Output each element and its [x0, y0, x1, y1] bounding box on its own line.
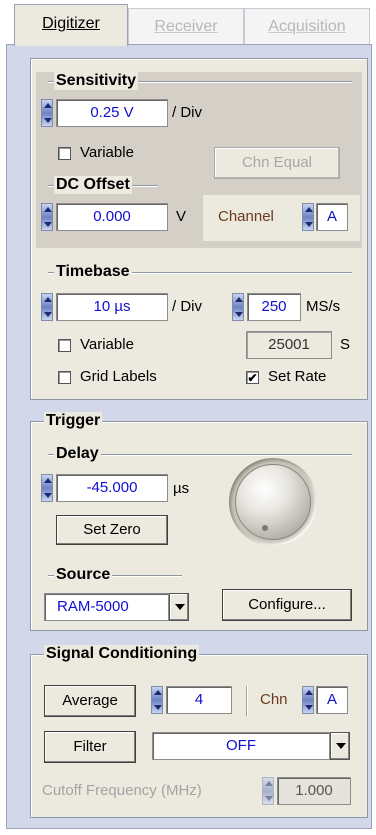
- chn-label: Chn: [260, 691, 288, 708]
- set-rate-checkbox[interactable]: ✔: [246, 371, 259, 384]
- delay-spin-arrows[interactable]: [41, 474, 53, 502]
- signal-conditioning-title: Signal Conditioning: [44, 645, 200, 663]
- sample-rate-unit-label: MS/s: [306, 298, 341, 315]
- delay-title: Delay: [54, 445, 101, 463]
- filter-dropdown-arrow-icon[interactable]: [330, 732, 350, 760]
- sensitivity-variable-checkbox[interactable]: [58, 147, 71, 160]
- dc-offset-value-field[interactable]: 0.000: [56, 203, 168, 231]
- delay-knob[interactable]: [235, 464, 311, 540]
- sample-rate-spin-arrows[interactable]: [232, 293, 244, 321]
- dc-offset-unit-label: V: [176, 208, 187, 225]
- timebase-variable-checkbox[interactable]: [58, 339, 71, 352]
- filter-select[interactable]: OFF: [152, 732, 330, 760]
- trigger-title: Trigger: [44, 412, 103, 430]
- configure-button[interactable]: Configure...: [222, 589, 352, 621]
- channel-value-field[interactable]: A: [316, 203, 348, 231]
- filter-button[interactable]: Filter: [44, 731, 136, 763]
- timebase-variable-label: Variable: [80, 336, 134, 353]
- sensitivity-title: Sensitivity: [54, 72, 139, 90]
- grid-labels-checkbox[interactable]: [58, 371, 71, 384]
- cutoff-frequency-label: Cutoff Frequency (MHz): [42, 782, 202, 799]
- source-title: Source: [54, 566, 113, 584]
- grid-labels-label: Grid Labels: [80, 368, 157, 385]
- delay-unit-label: µs: [173, 480, 190, 497]
- sensitivity-spin-arrows[interactable]: [41, 99, 53, 127]
- signal-separator: [246, 686, 248, 716]
- dc-offset-spin-arrows[interactable]: [41, 203, 53, 231]
- tab-acquisition[interactable]: Acquisition: [244, 8, 370, 44]
- tab-receiver[interactable]: Receiver: [128, 8, 244, 44]
- tab-digitizer[interactable]: Digitizer: [14, 4, 128, 46]
- chn-equal-button[interactable]: Chn Equal: [214, 147, 340, 179]
- source-select[interactable]: RAM-5000: [44, 593, 169, 621]
- sample-count-unit-label: S: [340, 336, 351, 353]
- sample-count-field: 25001: [246, 331, 332, 359]
- channel-spin-arrows[interactable]: [302, 203, 314, 231]
- average-button[interactable]: Average: [44, 685, 136, 717]
- source-dropdown-arrow-icon[interactable]: [169, 593, 189, 621]
- sensitivity-variable-label: Variable: [80, 144, 134, 161]
- dc-offset-title: DC Offset: [54, 176, 132, 194]
- timebase-title: Timebase: [54, 263, 132, 281]
- cutoff-frequency-field[interactable]: 1.000: [277, 777, 351, 805]
- sample-rate-field[interactable]: 250: [247, 293, 301, 321]
- set-rate-label: Set Rate: [268, 368, 327, 385]
- knob-indicator-icon: [262, 525, 268, 531]
- sensitivity-unit-label: / Div: [172, 104, 202, 121]
- chn-value-field[interactable]: A: [316, 686, 348, 714]
- set-zero-button[interactable]: Set Zero: [56, 515, 168, 545]
- average-count-field[interactable]: 4: [166, 686, 232, 714]
- delay-value-field[interactable]: -45.000: [56, 474, 168, 502]
- timebase-unit-label: / Div: [172, 298, 202, 315]
- average-spin-arrows[interactable]: [151, 686, 163, 714]
- timebase-spin-arrows[interactable]: [41, 293, 53, 321]
- timebase-value-field[interactable]: 10 µs: [56, 293, 168, 321]
- channel-label: Channel: [218, 208, 274, 225]
- tab-bar: Digitizer Receiver Acquisition: [0, 0, 376, 46]
- chn-spin-arrows[interactable]: [302, 686, 314, 714]
- sensitivity-value-field[interactable]: 0.25 V: [56, 99, 168, 127]
- cutoff-spin-arrows[interactable]: [262, 777, 274, 805]
